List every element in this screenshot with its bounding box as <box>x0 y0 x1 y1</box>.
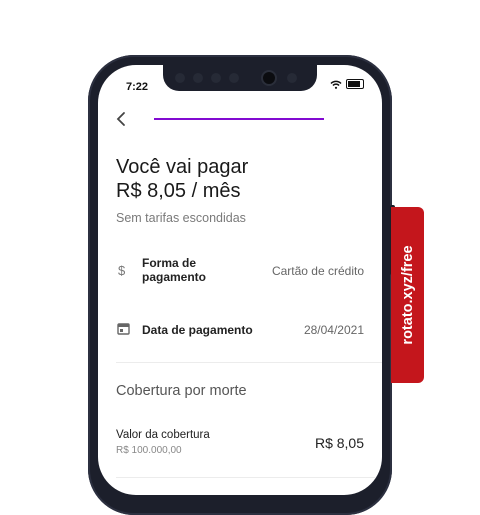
subtitle: Sem tarifas escondidas <box>116 211 246 225</box>
divider <box>116 477 382 478</box>
coverage-price: R$ 8,05 <box>314 435 364 451</box>
sensor-dot <box>193 73 203 83</box>
sensor-dot <box>175 73 185 83</box>
sensor-dot <box>211 73 221 83</box>
status-icons <box>330 79 364 89</box>
watermark-badge[interactable]: rotato.xyz/free <box>391 207 424 383</box>
divider <box>116 362 382 363</box>
payment-method-label-line1: Forma de <box>142 256 197 270</box>
coverage-amount: R$ 100.000,00 <box>116 445 182 456</box>
notch <box>163 65 317 91</box>
battery-icon <box>346 79 364 89</box>
dollar-icon: $ <box>118 263 126 278</box>
section-title: Cobertura por morte <box>116 383 247 399</box>
watermark-text: rotato.xyz/free <box>399 245 416 345</box>
sensor-dot <box>229 73 239 83</box>
wifi-icon <box>330 80 342 89</box>
progress-bar <box>154 118 324 120</box>
payment-date-value: 28/04/2021 <box>303 323 364 337</box>
payment-date-label: Data de pagamento <box>142 323 253 337</box>
coverage-label: Valor da cobertura <box>116 429 210 441</box>
payment-method-label-line2: pagamento <box>142 270 207 284</box>
page-title: Você vai pagar R$ 8,05 / mês <box>116 155 248 203</box>
front-camera <box>263 72 275 84</box>
sensor-dot <box>287 73 297 83</box>
status-time: 7:22 <box>126 81 149 93</box>
calendar-icon <box>117 323 130 335</box>
payment-method-value: Cartão de crédito <box>271 264 364 278</box>
payment-method-label: Forma de pagamento <box>142 256 206 284</box>
back-button[interactable] <box>116 110 126 133</box>
phone-screen: 7:22 Você vai pagar R$ 8,05 / mês Sem ta… <box>98 65 382 495</box>
chevron-left-icon <box>116 112 125 126</box>
title-line-2: R$ 8,05 / mês <box>116 180 241 202</box>
title-line-1: Você vai pagar <box>116 156 249 178</box>
